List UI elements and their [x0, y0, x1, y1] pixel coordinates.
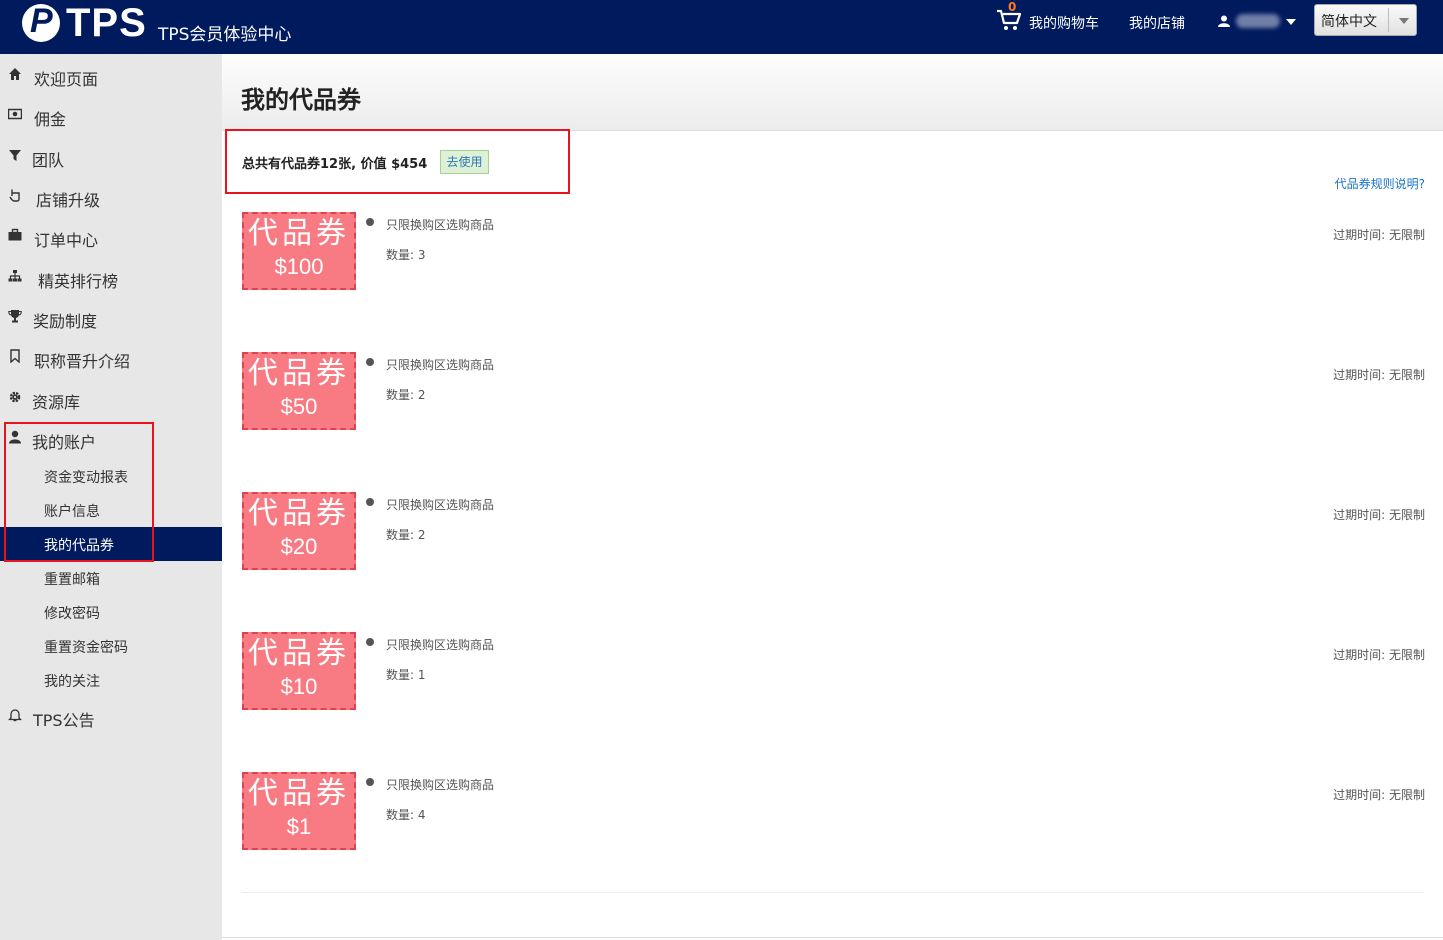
bell-icon	[8, 709, 22, 722]
voucher-card: 代品券 $10	[242, 632, 356, 710]
voucher-expiry: 过期时间: 无限制	[1333, 788, 1425, 802]
sidebar-item-commission[interactable]: 佣金	[0, 95, 222, 135]
voucher-quantity: 数量: 3	[386, 248, 426, 262]
chevron-down-icon	[1399, 18, 1409, 24]
voucher-quantity: 数量: 2	[386, 388, 426, 402]
voucher-title: 代品券	[248, 636, 350, 671]
sidebar-subitem-reset-fund-password[interactable]: 重置资金密码	[0, 629, 222, 663]
sidebar-item-rewards[interactable]: 奖励制度	[0, 297, 222, 337]
voucher-title: 代品券	[248, 216, 350, 251]
voucher-card: 代品券 $1	[242, 772, 356, 850]
voucher-description: 只限换购区选购商品	[386, 638, 495, 652]
sidebar-item-label: 订单中心	[34, 231, 99, 250]
highlight-annotation-box	[4, 422, 154, 562]
voucher-value: $50	[280, 394, 318, 419]
sidebar-item-label: 资源库	[32, 393, 81, 412]
voucher-expiry: 过期时间: 无限制	[1333, 648, 1425, 662]
sidebar-item-label: 精英排行榜	[38, 272, 119, 291]
content-bottom-border	[222, 937, 1443, 938]
my-store-link[interactable]: 我的店铺	[1129, 13, 1185, 33]
voucher-rules-link[interactable]: 代品券规则说明?	[1335, 175, 1425, 192]
voucher-value: $1	[286, 814, 312, 839]
voucher-description: 只限换购区选购商品	[386, 778, 495, 792]
trophy-icon	[8, 310, 22, 323]
voucher-value: $10	[280, 674, 318, 699]
language-value: 简体中文	[1321, 14, 1377, 30]
bullet-icon	[366, 218, 374, 226]
briefcase-icon	[8, 228, 22, 241]
voucher-card: 代品券 $20	[242, 492, 356, 570]
logo-text: TPS	[66, 1, 147, 45]
sidebar-item-orders[interactable]: 订单中心	[0, 216, 222, 256]
sidebar-subitem-label: 修改密码	[44, 606, 100, 622]
page-title: 我的代品券	[241, 86, 361, 114]
user-name-blurred[interactable]	[1236, 14, 1280, 28]
sidebar-item-store-upgrade[interactable]: 店铺升级	[0, 176, 222, 216]
user-icon[interactable]	[1218, 15, 1230, 27]
use-vouchers-button[interactable]: 去使用	[440, 150, 489, 174]
gear-icon	[9, 391, 21, 403]
bullet-icon	[366, 358, 374, 366]
sidebar-item-leaderboard[interactable]: 精英排行榜	[0, 257, 222, 297]
voucher-description: 只限换购区选购商品	[386, 498, 495, 512]
hand-pointer-icon	[9, 189, 20, 202]
language-select[interactable]: 简体中文	[1314, 4, 1417, 36]
voucher-value: $100	[274, 254, 324, 279]
select-divider	[1388, 8, 1389, 32]
sidebar-item-label: 团队	[32, 151, 65, 170]
sidebar-item-label: 奖励制度	[33, 312, 98, 331]
sidebar-item-title-promotion[interactable]: 职称晋升介绍	[0, 337, 222, 377]
sidebar-item-label: 职称晋升介绍	[34, 352, 131, 371]
sidebar-item-label: 店铺升级	[36, 191, 101, 210]
money-icon	[8, 108, 22, 120]
top-header: P TPS TPS会员体验中心 0 我的购物车 我的店铺 简体中文	[0, 0, 1443, 54]
voucher-summary: 总共有代品券12张, 价值 $454	[242, 157, 428, 172]
voucher-expiry: 过期时间: 无限制	[1333, 228, 1425, 242]
sidebar-subitem-label: 我的关注	[44, 674, 100, 690]
voucher-description: 只限换购区选购商品	[386, 358, 495, 372]
home-icon	[9, 68, 21, 80]
site-subtitle: TPS会员体验中心	[158, 25, 292, 45]
sidebar-item-team[interactable]: 团队	[0, 136, 222, 176]
sidebar-subitem-change-password[interactable]: 修改密码	[0, 595, 222, 629]
sidebar-subitem-reset-email[interactable]: 重置邮箱	[0, 561, 222, 595]
cart-link[interactable]: 我的购物车	[1029, 13, 1099, 33]
voucher-title: 代品券	[248, 356, 350, 391]
voucher-expiry: 过期时间: 无限制	[1333, 368, 1425, 382]
tps-logo[interactable]: P TPS	[22, 3, 147, 43]
sidebar-subitem-label: 重置资金密码	[44, 640, 128, 656]
list-divider	[242, 892, 1424, 893]
page-title-bar: 我的代品券	[222, 54, 1443, 131]
sidebar-item-announcements[interactable]: TPS公告	[0, 696, 222, 736]
voucher-card: 代品券 $50	[242, 352, 356, 430]
voucher-expiry: 过期时间: 无限制	[1333, 508, 1425, 522]
voucher-quantity: 数量: 4	[386, 808, 426, 822]
voucher-quantity: 数量: 2	[386, 528, 426, 542]
sidebar-item-label: 佣金	[34, 110, 67, 129]
cart-count-badge: 0	[1008, 0, 1017, 14]
sidebar-item-label: TPS公告	[33, 711, 95, 730]
bullet-icon	[366, 638, 374, 646]
bullet-icon	[366, 498, 374, 506]
voucher-card: 代品券 $100	[242, 212, 356, 290]
voucher-value: $20	[280, 534, 318, 559]
sidebar-subitem-my-follows[interactable]: 我的关注	[0, 663, 222, 697]
logo-mark-icon: P	[22, 4, 60, 42]
sidebar-item-label: 欢迎页面	[34, 70, 99, 89]
filter-icon	[9, 150, 21, 161]
bullet-icon	[366, 778, 374, 786]
bookmark-icon	[10, 349, 20, 363]
sidebar-item-resources[interactable]: 资源库	[0, 378, 222, 418]
voucher-quantity: 数量: 1	[386, 668, 426, 682]
sidebar-item-welcome[interactable]: 欢迎页面	[0, 55, 222, 95]
voucher-description: 只限换购区选购商品	[386, 218, 495, 232]
voucher-title: 代品券	[248, 496, 350, 531]
chevron-down-icon[interactable]	[1286, 19, 1296, 25]
voucher-title: 代品券	[248, 776, 350, 811]
sidebar-subitem-label: 重置邮箱	[44, 572, 100, 588]
sitemap-icon	[8, 270, 22, 282]
